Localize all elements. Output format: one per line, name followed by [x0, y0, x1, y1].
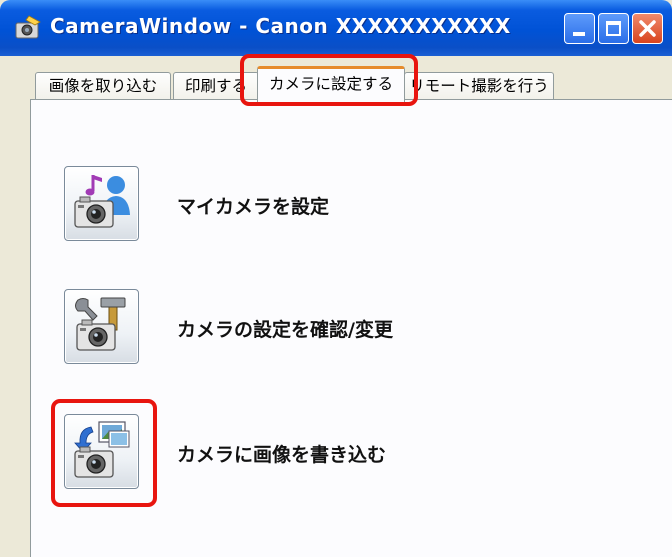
window-title: CameraWindow - Canon XXXXXXXXXXX — [50, 14, 511, 38]
camera-settings-label: カメラの設定を確認/変更 — [177, 319, 393, 341]
app-window: CameraWindow - Canon XXXXXXXXXXX 画像を取り込む… — [0, 0, 672, 557]
write-images-label: カメラに画像を書き込む — [177, 444, 387, 466]
maximize-button[interactable] — [598, 13, 629, 44]
close-button[interactable] — [632, 13, 663, 44]
camerawindow-app-icon — [15, 15, 41, 39]
close-icon — [639, 20, 656, 37]
my-camera-button[interactable] — [64, 166, 139, 241]
write-images-icon — [74, 421, 130, 478]
tab-import-images[interactable]: 画像を取り込む — [35, 72, 171, 100]
my-camera-label: マイカメラを設定 — [177, 196, 330, 218]
camera-settings-button[interactable] — [64, 289, 139, 364]
my-camera-action[interactable]: マイカメラを設定 — [31, 162, 672, 252]
tab-camera-settings[interactable]: カメラに設定する — [257, 66, 405, 102]
tab-print[interactable]: 印刷する — [173, 72, 259, 100]
write-images-button[interactable] — [64, 414, 139, 489]
my-camera-icon — [74, 175, 130, 228]
camera-settings-action[interactable]: カメラの設定を確認/変更 — [31, 285, 672, 375]
write-images-action[interactable]: カメラに画像を書き込む — [31, 410, 672, 500]
minimize-icon — [573, 32, 585, 36]
minimize-button[interactable] — [564, 13, 595, 44]
maximize-icon — [606, 21, 621, 36]
camera-settings-icon — [75, 297, 126, 351]
tab-panel: マイカメラを設定 カメラの設定を確認/変更 カメラに画像を書き込む — [30, 99, 672, 557]
tab-remote-shooting[interactable]: リモート撮影を行う — [404, 72, 554, 100]
title-bar[interactable]: CameraWindow - Canon XXXXXXXXXXX — [0, 0, 672, 56]
